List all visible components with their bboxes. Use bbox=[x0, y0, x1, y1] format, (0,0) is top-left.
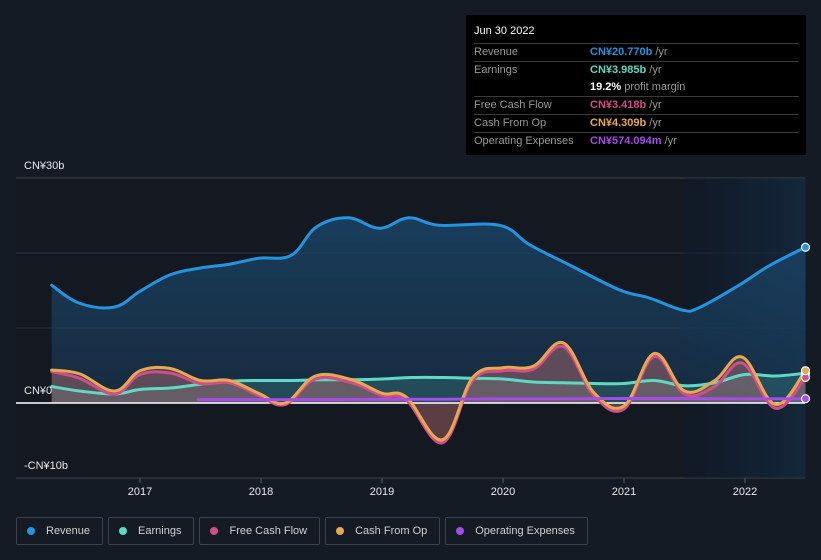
x-tick-label: 2022 bbox=[733, 486, 757, 498]
tooltip-date: Jun 30 2022 bbox=[474, 23, 799, 44]
tooltip-row-label: Earnings bbox=[474, 64, 518, 76]
legend-label: Earnings bbox=[138, 525, 182, 537]
tooltip-row-label: Cash From Op bbox=[474, 117, 547, 129]
legend: Revenue Earnings Free Cash Flow Cash From O… bbox=[16, 517, 588, 545]
legend-label: Cash From Op bbox=[355, 525, 428, 537]
operating-expenses-line bbox=[196, 396, 807, 402]
tooltip-row-value: CN¥3.418b bbox=[590, 99, 647, 111]
tooltip-row-unit: /yr bbox=[649, 64, 662, 76]
x-tick-label: 2017 bbox=[128, 486, 152, 498]
legend-item-operating-expenses[interactable]: Operating Expenses bbox=[445, 517, 588, 545]
cash-from-op-endpoint-marker[interactable] bbox=[800, 366, 811, 376]
tooltip-row-value: CN¥4.309b bbox=[590, 117, 647, 129]
legend-dot-icon bbox=[336, 527, 345, 535]
tooltip-row-label: Free Cash Flow bbox=[474, 99, 552, 111]
legend-dot-icon bbox=[210, 527, 219, 535]
tooltip-row-unit: /yr bbox=[664, 135, 677, 147]
tooltip-row-value: CN¥3.985b bbox=[590, 64, 647, 76]
legend-label: Free Cash Flow bbox=[229, 525, 308, 537]
x-tick-label: 2018 bbox=[249, 486, 273, 498]
tooltip-row-label: Operating Expenses bbox=[474, 135, 574, 147]
tooltip-row-value: CN¥574.094m bbox=[590, 135, 662, 147]
legend-dot-icon bbox=[27, 527, 35, 535]
legend-item-cash-from-op[interactable]: Cash From Op bbox=[325, 517, 441, 545]
tooltip-row-unit: /yr bbox=[655, 46, 668, 58]
y-tick-label: CN¥30b bbox=[24, 160, 64, 172]
operating-expenses-endpoint-marker[interactable] bbox=[800, 394, 811, 404]
legend-dot-icon bbox=[119, 527, 128, 535]
tooltip-row: Cash From Op CN¥4.309b/yr bbox=[474, 115, 799, 133]
legend-label: Operating Expenses bbox=[475, 525, 575, 537]
tooltip-row-unit: /yr bbox=[649, 117, 662, 129]
x-tick-label: 2021 bbox=[612, 486, 636, 498]
tooltip-panel: Jun 30 2022 Revenue CN¥20.770b/yr Earnings… bbox=[466, 15, 806, 155]
tooltip-row: Free Cash Flow CN¥3.418b/yr bbox=[474, 97, 799, 115]
x-tick-label: 2019 bbox=[370, 486, 394, 498]
y-tick-label: -CN¥10b bbox=[24, 460, 68, 472]
legend-item-free-cash-flow[interactable]: Free Cash Flow bbox=[199, 517, 321, 545]
x-tick-label: 2020 bbox=[491, 486, 515, 498]
legend-dot-icon bbox=[456, 527, 465, 535]
tooltip-row: Revenue CN¥20.770b/yr bbox=[474, 44, 799, 62]
tooltip-row: 19.2% profit margin bbox=[474, 79, 799, 97]
legend-label: Revenue bbox=[46, 525, 91, 537]
legend-item-revenue[interactable]: Revenue bbox=[16, 517, 104, 545]
tooltip-row-value: 19.2% bbox=[590, 81, 622, 93]
tooltip-row-unit: /yr bbox=[649, 99, 662, 111]
legend-item-earnings[interactable]: Earnings bbox=[108, 517, 195, 545]
tooltip-row-label bbox=[474, 79, 590, 96]
tooltip-row-unit: profit margin bbox=[624, 81, 686, 93]
revenue-endpoint-marker[interactable] bbox=[800, 242, 811, 252]
tooltip-row-value: CN¥20.770b bbox=[590, 46, 653, 58]
tooltip-row-label: Revenue bbox=[474, 46, 519, 58]
tooltip-row: Earnings CN¥3.985b/yr bbox=[474, 62, 799, 79]
y-tick-label: CN¥0 bbox=[24, 385, 52, 397]
tooltip-row: Operating Expenses CN¥574.094m/yr bbox=[474, 133, 799, 150]
